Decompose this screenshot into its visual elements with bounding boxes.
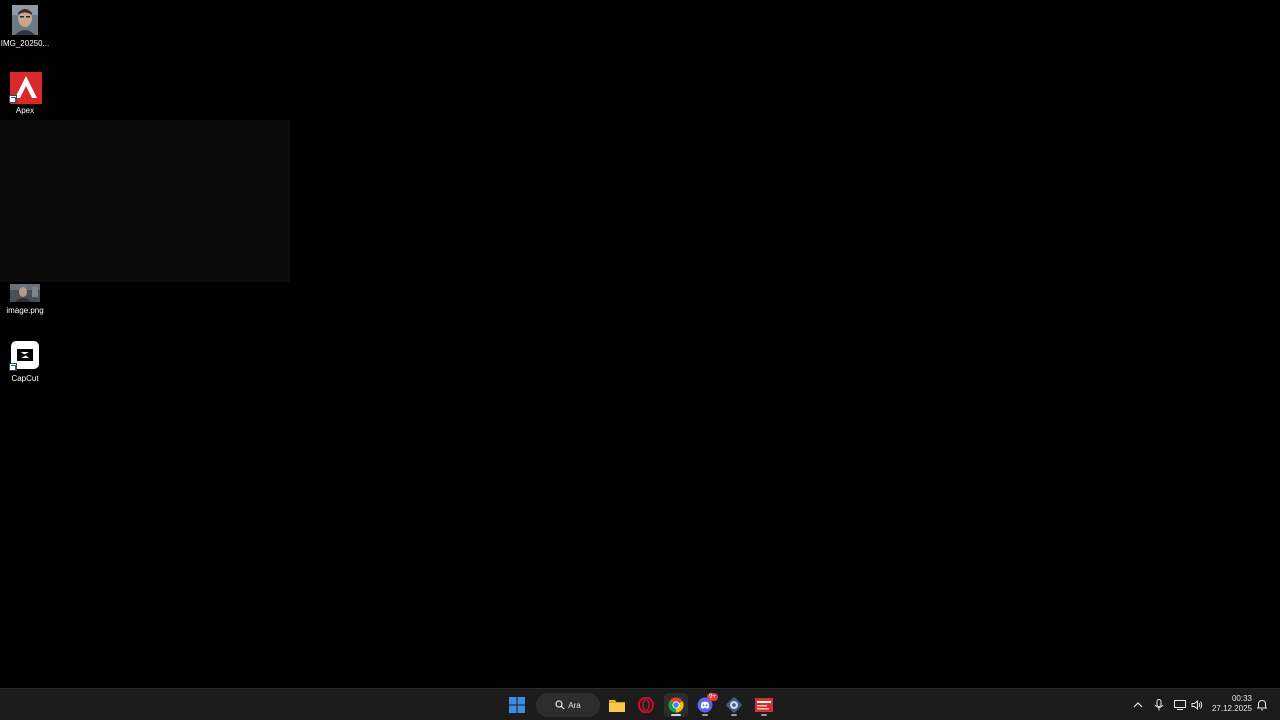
notification-badge: 9+ <box>707 693 718 701</box>
desktop-icon-apex-legends[interactable]: Apex Legends <box>0 72 50 116</box>
shortcut-arrow-icon <box>9 363 17 371</box>
windows-start-icon <box>509 697 525 713</box>
folder-icon <box>609 700 625 712</box>
desktop-icon-capcut[interactable]: CapCut <box>0 340 50 384</box>
taskbar-app[interactable] <box>722 693 746 717</box>
chrome-icon <box>668 697 684 713</box>
microphone-icon[interactable] <box>1152 697 1166 713</box>
image-thumbnail-icon <box>10 284 40 302</box>
photo-thumbnail-icon <box>10 5 40 35</box>
taskbar-file-explorer[interactable] <box>605 693 629 717</box>
desktop-icon-label: CapCut <box>11 374 39 383</box>
capcut-icon <box>9 340 40 371</box>
clock-time: 00:33 <box>1231 694 1252 703</box>
desktop-icon-img-photo[interactable]: IMG_20250... <box>0 5 50 49</box>
desktop-selection-area <box>0 120 290 282</box>
notification-icon[interactable] <box>1255 697 1269 713</box>
desktop-icon-image-png[interactable]: image.png <box>0 284 50 316</box>
apex-legends-icon <box>9 72 42 104</box>
running-indicator <box>702 714 708 716</box>
running-indicator <box>671 714 681 716</box>
clock-date: 27.12.2025 <box>1211 704 1252 713</box>
running-indicator <box>761 714 767 716</box>
taskbar-chrome[interactable] <box>664 693 688 717</box>
taskbar: Ara 9+ 00:33 27.12.2025 <box>0 688 1280 720</box>
search-label: Ara <box>568 700 581 710</box>
desktop-icon-label: Apex Legends <box>15 106 35 115</box>
desktop-icon-label: IMG_20250... <box>0 39 50 48</box>
taskbar-opera[interactable] <box>634 693 658 717</box>
speaker-icon[interactable] <box>1190 697 1204 713</box>
gear-app-icon <box>726 697 742 713</box>
running-indicator <box>731 714 737 716</box>
taskbar-discord[interactable]: 9+ <box>693 693 718 717</box>
network-icon[interactable] <box>1173 697 1187 713</box>
taskbar-search[interactable]: Ara <box>536 693 600 717</box>
desktop-icon-label: image.png <box>6 306 44 315</box>
shortcut-arrow-icon <box>9 95 17 103</box>
taskbar-clock[interactable]: 00:33 27.12.2025 <box>1206 694 1252 714</box>
taskbar-writer[interactable] <box>752 693 776 717</box>
start-button[interactable] <box>505 693 529 717</box>
desktop: IMG_20250... Apex Legends image.png <box>0 0 1280 688</box>
opera-icon <box>638 697 654 713</box>
chevron-up-icon[interactable] <box>1131 697 1145 713</box>
search-icon <box>555 700 565 710</box>
writer-app-icon <box>755 698 773 712</box>
